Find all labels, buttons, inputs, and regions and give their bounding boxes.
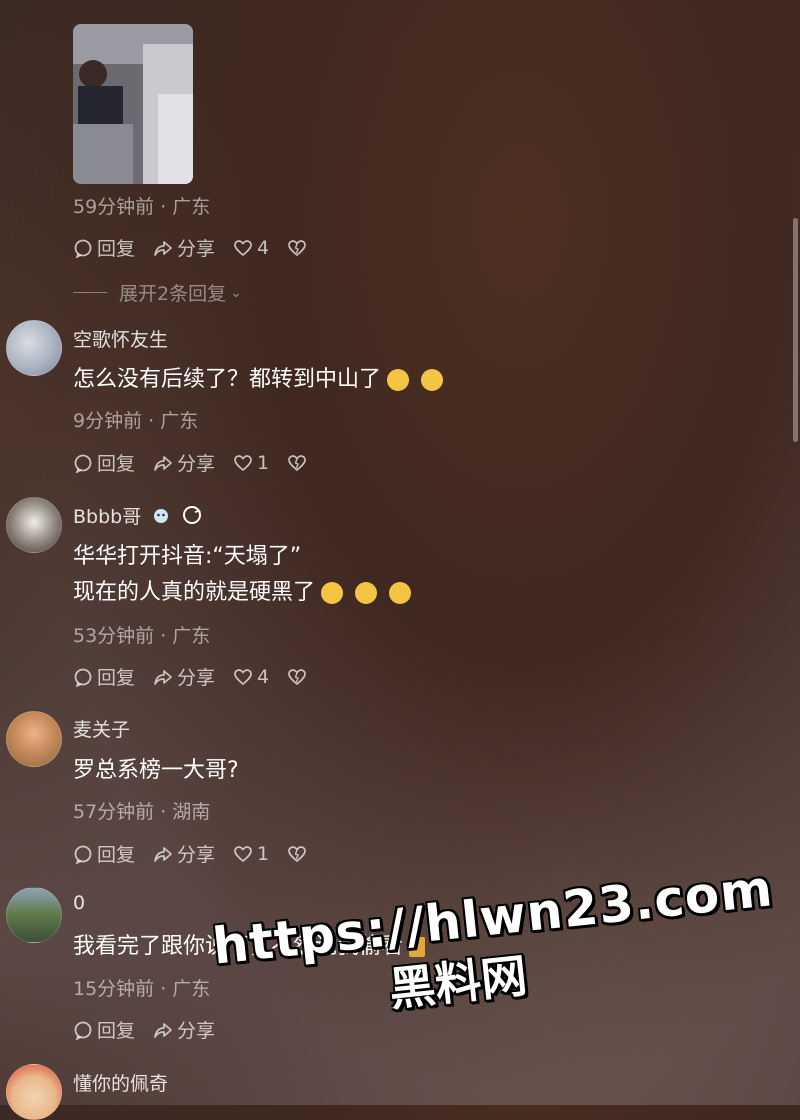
reply-icon — [74, 1021, 92, 1040]
broken-heart-icon — [288, 239, 306, 256]
like-button[interactable]: 4 — [233, 237, 269, 259]
comment-time-location: 57分钟前 · 湖南 — [73, 801, 211, 823]
comment-text: 罗总系榜一大哥? — [73, 758, 239, 783]
comment-time-location: 9分钟前 · 广东 — [73, 410, 199, 432]
smirk-emoji-icon — [421, 369, 444, 391]
laughing-emoji-icon — [355, 582, 378, 604]
reply-icon — [74, 845, 92, 864]
dislike-button[interactable] — [287, 238, 311, 258]
like-button[interactable]: 4 — [233, 666, 269, 688]
dislike-button[interactable] — [287, 453, 311, 473]
comment-image-thumbnail[interactable] — [73, 24, 193, 184]
divider — [73, 292, 107, 293]
dislike-button[interactable] — [287, 667, 311, 687]
comment-time-location: 59分钟前 · 广东 — [73, 196, 211, 218]
comment-actions: 回复 分享 1 — [73, 840, 329, 867]
comment-text: 怎么没有后续了？都转到中山了 — [73, 362, 444, 398]
share-button[interactable]: 分享 — [153, 449, 215, 476]
username[interactable]: 麦关子 — [73, 715, 130, 742]
broken-heart-icon — [288, 454, 306, 471]
like-button[interactable]: 1 — [233, 452, 269, 474]
expand-replies-button[interactable]: 展开2条回复 ⌄ — [73, 279, 242, 306]
reply-button[interactable]: 回复 — [73, 840, 135, 867]
dislike-button[interactable] — [287, 844, 311, 864]
comment-time-location: 53分钟前 · 广东 — [73, 625, 211, 647]
broken-heart-icon — [288, 668, 306, 685]
reply-button[interactable]: 回复 — [73, 1016, 135, 1043]
reply-button[interactable]: 回复 — [73, 449, 135, 476]
avatar[interactable] — [6, 320, 62, 376]
share-button[interactable]: 分享 — [153, 234, 215, 261]
reply-icon — [74, 239, 92, 258]
share-icon — [154, 455, 172, 471]
reply-button[interactable]: 回复 — [73, 234, 135, 261]
like-button[interactable]: 1 — [233, 843, 269, 865]
share-icon — [154, 240, 172, 256]
avatar[interactable] — [6, 497, 62, 553]
smirk-emoji-icon — [387, 369, 410, 391]
reply-icon — [74, 454, 92, 473]
heart-icon — [234, 668, 252, 685]
scrollbar[interactable] — [793, 218, 798, 442]
laughing-emoji-icon — [321, 582, 344, 604]
heart-icon — [234, 239, 252, 256]
comment-actions: 回复 分享 4 — [73, 234, 329, 261]
username[interactable]: 懂你的佩奇 — [73, 1069, 168, 1096]
comment-actions: 回复 分享 4 — [73, 663, 329, 690]
comment-text: 华华打开抖音:“天塌了” 现在的人真的就是硬黑了 — [73, 539, 412, 611]
username[interactable]: 0 — [73, 892, 85, 914]
share-icon — [154, 669, 172, 685]
avatar[interactable] — [6, 1064, 62, 1120]
chevron-down-icon: ⌄ — [230, 284, 242, 301]
share-button[interactable]: 分享 — [153, 663, 215, 690]
comment-actions: 回复 分享 1 — [73, 449, 329, 476]
laughing-emoji-icon — [389, 582, 412, 604]
watermark: https://hlwn23.com 黑料网 — [210, 859, 779, 1037]
username[interactable]: 空歌怀友生 — [73, 325, 168, 352]
reply-button[interactable]: 回复 — [73, 663, 135, 690]
share-icon — [154, 846, 172, 862]
heart-icon — [234, 845, 252, 862]
avatar[interactable] — [6, 711, 62, 767]
broken-heart-icon — [288, 845, 306, 862]
share-button[interactable]: 分享 — [153, 840, 215, 867]
username[interactable]: Bbbb哥 — [73, 502, 203, 531]
avatar[interactable] — [6, 887, 62, 943]
refresh-badge-icon — [181, 504, 203, 531]
reply-icon — [74, 668, 92, 687]
heart-icon — [234, 454, 252, 471]
photo-image — [73, 24, 193, 184]
fan-badge-icon — [151, 505, 171, 530]
